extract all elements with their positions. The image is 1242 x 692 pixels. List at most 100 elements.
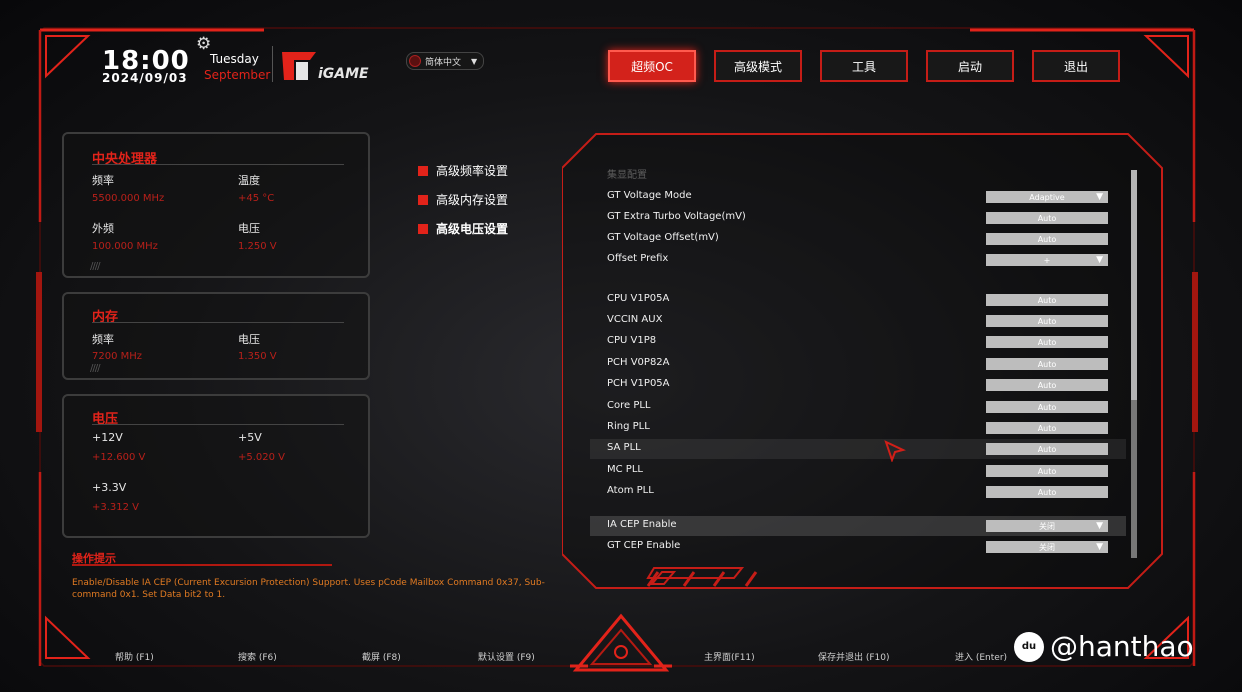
triangle-emblem-icon xyxy=(570,613,672,672)
setting-dropdown[interactable]: 关闭 ▼ xyxy=(986,520,1108,532)
footer-save-exit[interactable]: 保存并退出 (F10) xyxy=(818,650,890,663)
setting-label: GT Voltage Offset(mV) xyxy=(607,232,719,243)
setting-label: PCH V0P82A xyxy=(607,357,670,368)
bullet-square-icon xyxy=(418,194,428,205)
setting-value: Auto xyxy=(1037,234,1057,244)
chevron-down-icon: ▼ xyxy=(471,56,478,66)
setting-value-field[interactable]: Auto xyxy=(986,422,1108,434)
setting-value: Auto xyxy=(1037,337,1057,347)
logo-text: iGAME xyxy=(318,66,369,82)
bullet-square-icon xyxy=(418,165,428,176)
tab-advanced-mode[interactable]: 高级模式 xyxy=(714,50,802,82)
footer-help[interactable]: 帮助 (F1) xyxy=(115,650,154,663)
setting-value-field[interactable]: Auto xyxy=(986,401,1108,413)
footer-enter[interactable]: 进入 (Enter) xyxy=(955,650,1007,663)
chevron-down-icon: ▼ xyxy=(1096,542,1103,552)
tab-exit[interactable]: 退出 xyxy=(1032,50,1120,82)
setting-label: IA CEP Enable xyxy=(607,519,677,530)
tab-tools[interactable]: 工具 xyxy=(820,50,908,82)
setting-label: GT CEP Enable xyxy=(607,540,681,551)
mouse-cursor-icon xyxy=(884,440,906,462)
menu-label: 高级电压设置 xyxy=(436,222,509,236)
setting-row[interactable]: VCCIN AUX Auto xyxy=(590,311,1126,331)
divider xyxy=(92,424,344,425)
setting-row[interactable]: Offset Prefix + ▼ xyxy=(590,250,1126,270)
setting-row[interactable]: Core PLL Auto xyxy=(590,397,1126,417)
tab-boot[interactable]: 启动 xyxy=(926,50,1014,82)
footer-screenshot[interactable]: 截屏 (F8) xyxy=(362,650,401,663)
setting-row[interactable]: CPU V1P8 Auto xyxy=(590,332,1126,352)
setting-dropdown[interactable]: + ▼ xyxy=(986,254,1108,266)
voltage-info-panel: 电压 +12V +12.600 V +5V +5.020 V +3.3V +3.… xyxy=(62,394,370,538)
setting-label: CPU V1P05A xyxy=(607,293,670,304)
setting-value-field[interactable]: Auto xyxy=(986,294,1108,306)
mem-freq-value: 7200 MHz xyxy=(92,351,143,362)
setting-row[interactable]: PCH V0P82A Auto xyxy=(590,354,1126,374)
decor-slashes: //// xyxy=(90,261,101,272)
setting-value-field[interactable]: Auto xyxy=(986,233,1108,245)
setting-value: Auto xyxy=(1037,316,1057,326)
setting-row[interactable]: SA PLL Auto xyxy=(590,439,1126,459)
setting-value: Auto xyxy=(1037,466,1057,476)
setting-value-field[interactable]: Auto xyxy=(986,315,1108,327)
setting-value-field[interactable]: Auto xyxy=(986,486,1108,498)
setting-row[interactable]: Atom PLL Auto xyxy=(590,482,1126,502)
cpu-info-panel: 中央处理器 频率 5500.000 MHz 温度 +45 °C 外频 100.0… xyxy=(62,132,370,278)
gear-icon[interactable]: ⚙ xyxy=(196,34,211,54)
setting-value: 关闭 xyxy=(1039,521,1055,531)
setting-value-field[interactable]: Auto xyxy=(986,379,1108,391)
igame-logo: iGAME xyxy=(282,52,369,82)
cpu-temp-value: +45 °C xyxy=(238,193,275,204)
setting-row[interactable]: GT Voltage Offset(mV) Auto xyxy=(590,229,1126,249)
setting-value: 关闭 xyxy=(1039,542,1055,552)
menu-advanced-frequency[interactable]: 高级频率设置 xyxy=(418,162,508,179)
setting-row[interactable]: MC PLL Auto xyxy=(590,461,1126,481)
setting-row[interactable]: GT Extra Turbo Voltage(mV) Auto xyxy=(590,208,1126,228)
setting-value-field[interactable]: Auto xyxy=(986,358,1108,370)
tab-overclock[interactable]: 超频OC xyxy=(608,50,696,82)
setting-value: Auto xyxy=(1037,423,1057,433)
setting-value-field[interactable]: Auto xyxy=(986,443,1108,455)
scrollbar-thumb[interactable] xyxy=(1131,170,1137,400)
clock-day: Tuesday xyxy=(210,52,259,66)
clock-date: 2024/09/03 xyxy=(102,71,188,85)
setting-row[interactable]: GT CEP Enable 关闭 ▼ xyxy=(590,537,1126,557)
setting-label: GT Extra Turbo Voltage(mV) xyxy=(607,211,746,222)
setting-value-field[interactable]: Auto xyxy=(986,465,1108,477)
setting-row[interactable]: CPU V1P05A Auto xyxy=(590,290,1126,310)
v12-value: +12.600 V xyxy=(92,452,146,463)
setting-label: MC PLL xyxy=(607,464,643,475)
footer-search[interactable]: 搜索 (F6) xyxy=(238,650,277,663)
footer-default-settings[interactable]: 默认设置 (F9) xyxy=(478,650,535,663)
chevron-down-icon: ▼ xyxy=(1096,521,1103,531)
setting-label: Offset Prefix xyxy=(607,253,669,264)
setting-value: Auto xyxy=(1037,213,1057,223)
v5-label: +5V xyxy=(238,431,262,444)
setting-row[interactable]: GT Voltage Mode Adaptive ▼ xyxy=(590,187,1126,207)
setting-value: + xyxy=(1043,255,1051,265)
setting-dropdown[interactable]: Adaptive ▼ xyxy=(986,191,1108,203)
v33-label: +3.3V xyxy=(92,481,127,494)
setting-value-field[interactable]: Auto xyxy=(986,212,1108,224)
menu-advanced-memory[interactable]: 高级内存设置 xyxy=(418,191,508,208)
globe-icon xyxy=(409,55,421,67)
menu-advanced-voltage[interactable]: 高级电压设置 xyxy=(418,220,508,237)
setting-row[interactable]: PCH V1P05A Auto xyxy=(590,375,1126,395)
header-divider xyxy=(272,46,273,82)
setting-dropdown[interactable]: 关闭 ▼ xyxy=(986,541,1108,553)
decor-slashes: //// xyxy=(90,363,101,374)
help-description: Enable/Disable IA CEP (Current Excursion… xyxy=(72,578,545,600)
help-divider xyxy=(72,564,332,566)
setting-row[interactable]: Ring PLL Auto xyxy=(590,418,1126,438)
cpu-freq-label: 频率 xyxy=(92,174,114,187)
chevron-down-icon: ▼ xyxy=(1096,255,1103,265)
divider xyxy=(92,322,344,323)
language-selector[interactable]: 简体中文 ▼ xyxy=(406,52,485,70)
bullet-square-icon xyxy=(418,223,428,234)
setting-value-field[interactable]: Auto xyxy=(986,336,1108,348)
footer-main-screen[interactable]: 主界面(F11) xyxy=(704,650,755,663)
setting-label: Atom PLL xyxy=(607,485,654,496)
mem-freq-label: 频率 xyxy=(92,333,114,346)
v5-value: +5.020 V xyxy=(238,452,286,463)
setting-row[interactable]: IA CEP Enable 关闭 ▼ xyxy=(590,516,1126,536)
